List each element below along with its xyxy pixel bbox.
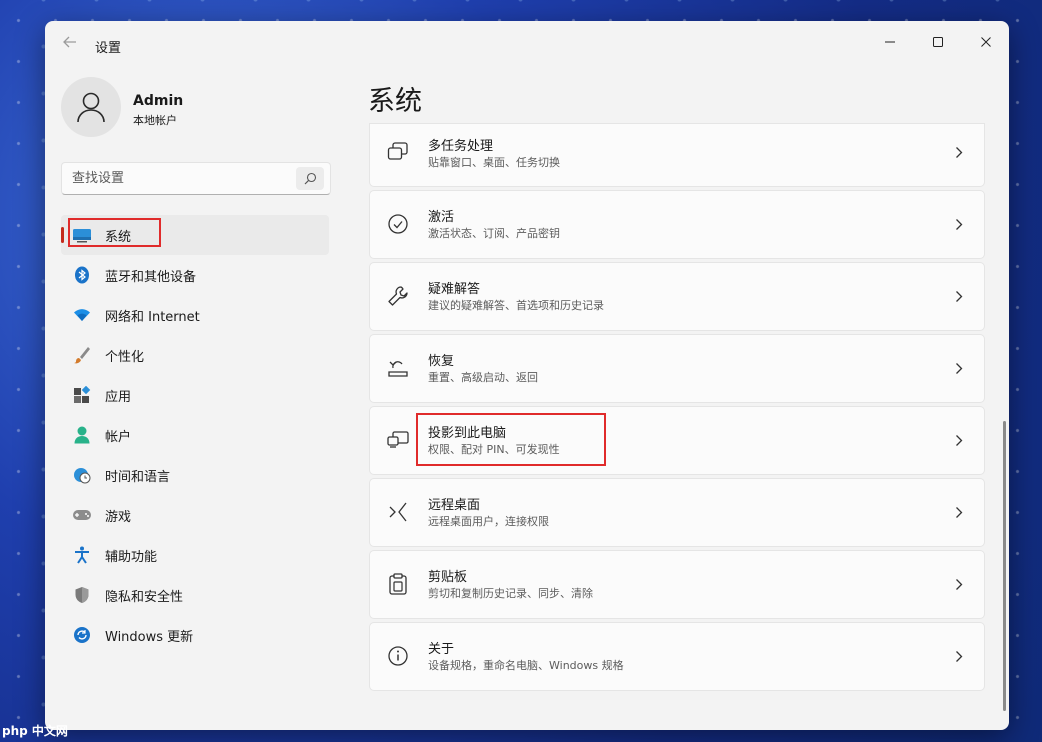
close-button[interactable] bbox=[963, 27, 1009, 57]
card-project-to-pc[interactable]: 投影到此电脑 权限、配对 PIN、可发现性 bbox=[369, 406, 985, 475]
avatar bbox=[61, 77, 121, 137]
card-title: 剪贴板 bbox=[428, 570, 468, 585]
card-title: 多任务处理 bbox=[428, 139, 494, 154]
sidebar-item-label: 系统 bbox=[105, 229, 132, 245]
sidebar-item-label: 时间和语言 bbox=[105, 469, 171, 485]
sidebar-item-network[interactable]: 网络和 Internet bbox=[61, 295, 329, 335]
sidebar-item-personalization[interactable]: 个性化 bbox=[61, 335, 329, 375]
card-title: 激活 bbox=[428, 210, 455, 225]
system-display-icon bbox=[71, 224, 93, 246]
wifi-icon bbox=[71, 304, 93, 326]
chevron-right-icon bbox=[952, 359, 966, 377]
search-box bbox=[61, 162, 331, 195]
sidebar-item-privacy[interactable]: 隐私和安全性 bbox=[61, 575, 329, 615]
recovery-icon bbox=[386, 356, 410, 380]
chevron-right-icon bbox=[952, 575, 966, 593]
sidebar-item-gaming[interactable]: 游戏 bbox=[61, 495, 329, 535]
sidebar-item-label: 蓝牙和其他设备 bbox=[105, 269, 197, 285]
project-to-pc-icon bbox=[386, 428, 410, 452]
card-clipboard[interactable]: 剪贴板 剪切和复制历史记录、同步、清除 bbox=[369, 550, 985, 619]
sidebar-item-label: 游戏 bbox=[105, 509, 132, 525]
maximize-button[interactable] bbox=[915, 27, 961, 57]
settings-window: 设置 Admin 本地帐户 查找设置 系统 蓝牙和其他设备 网络和 Intern… bbox=[45, 21, 1009, 730]
accessibility-icon bbox=[71, 544, 93, 566]
chevron-right-icon bbox=[952, 287, 966, 305]
sidebar-item-label: 隐私和安全性 bbox=[105, 589, 184, 605]
info-icon bbox=[386, 644, 410, 668]
card-remote-desktop[interactable]: 远程桌面 远程桌面用户，连接权限 bbox=[369, 478, 985, 547]
sidebar-item-label: 个性化 bbox=[105, 349, 145, 365]
chevron-right-icon bbox=[952, 503, 966, 521]
card-description: 重置、高级启动、返回 bbox=[428, 371, 538, 384]
chevron-right-icon bbox=[952, 215, 966, 233]
card-title: 远程桌面 bbox=[428, 498, 481, 513]
sidebar-item-apps[interactable]: 应用 bbox=[61, 375, 329, 415]
update-icon bbox=[71, 624, 93, 646]
title-bar: 设置 bbox=[45, 21, 1009, 69]
chevron-right-icon bbox=[952, 143, 966, 161]
card-description: 设备规格，重命名电脑、Windows 规格 bbox=[428, 659, 624, 672]
clipboard-icon bbox=[386, 572, 410, 596]
account-type: 本地帐户 bbox=[133, 114, 177, 127]
search-icon bbox=[304, 172, 316, 185]
sidebar-nav: 系统 蓝牙和其他设备 网络和 Internet 个性化 应用 帐户 时间和语言 … bbox=[61, 215, 329, 655]
maximize-icon bbox=[933, 37, 943, 47]
remote-desktop-icon bbox=[386, 500, 410, 524]
scrollbar[interactable] bbox=[1003, 421, 1006, 711]
bluetooth-icon bbox=[71, 264, 93, 286]
back-button[interactable] bbox=[59, 33, 81, 55]
search-button[interactable] bbox=[296, 167, 324, 190]
minimize-button[interactable] bbox=[867, 27, 913, 57]
card-description: 建议的疑难解答、首选项和历史记录 bbox=[428, 299, 604, 312]
shield-icon bbox=[71, 584, 93, 606]
sidebar-item-accessibility[interactable]: 辅助功能 bbox=[61, 535, 329, 575]
card-about[interactable]: 关于 设备规格，重命名电脑、Windows 规格 bbox=[369, 622, 985, 691]
card-description: 剪切和复制历史记录、同步、清除 bbox=[428, 587, 593, 600]
card-troubleshoot[interactable]: 疑难解答 建议的疑难解答、首选项和历史记录 bbox=[369, 262, 985, 331]
apps-icon bbox=[71, 384, 93, 406]
app-title: 设置 bbox=[95, 41, 122, 56]
multitasking-icon bbox=[386, 140, 410, 164]
card-title: 疑难解答 bbox=[428, 282, 481, 297]
sidebar-item-label: 应用 bbox=[105, 389, 132, 405]
sidebar-item-bluetooth[interactable]: 蓝牙和其他设备 bbox=[61, 255, 329, 295]
card-title: 投影到此电脑 bbox=[428, 426, 507, 441]
page-title: 系统 bbox=[368, 86, 422, 117]
sidebar-item-system[interactable]: 系统 bbox=[61, 215, 329, 255]
card-description: 激活状态、订阅、产品密钥 bbox=[428, 227, 560, 240]
close-icon bbox=[981, 37, 991, 47]
user-silhouette-icon bbox=[77, 92, 105, 123]
card-recovery[interactable]: 恢复 重置、高级启动、返回 bbox=[369, 334, 985, 403]
card-title: 关于 bbox=[428, 642, 455, 657]
sidebar-item-label: 网络和 Internet bbox=[105, 309, 200, 325]
search-input[interactable] bbox=[62, 163, 292, 194]
sidebar-item-label: 辅助功能 bbox=[105, 549, 158, 565]
activation-check-icon bbox=[386, 212, 410, 236]
sidebar-item-label: Windows 更新 bbox=[105, 629, 194, 645]
sidebar-item-label: 帐户 bbox=[105, 429, 132, 445]
user-name: Admin bbox=[133, 93, 184, 109]
card-description: 贴靠窗口、桌面、任务切换 bbox=[428, 156, 560, 169]
card-multitasking[interactable]: 多任务处理 贴靠窗口、桌面、任务切换 bbox=[369, 123, 985, 187]
globe-clock-icon bbox=[71, 464, 93, 486]
paintbrush-icon bbox=[71, 344, 93, 366]
wrench-icon bbox=[386, 284, 410, 308]
account-icon bbox=[71, 424, 93, 446]
sidebar-item-accounts[interactable]: 帐户 bbox=[61, 415, 329, 455]
minimize-icon bbox=[885, 41, 895, 43]
chevron-right-icon bbox=[952, 647, 966, 665]
card-description: 权限、配对 PIN、可发现性 bbox=[428, 443, 560, 456]
card-description: 远程桌面用户，连接权限 bbox=[428, 515, 549, 528]
watermark: php 中文网 bbox=[2, 724, 68, 738]
back-arrow-icon bbox=[63, 36, 76, 48]
card-activation[interactable]: 激活 激活状态、订阅、产品密钥 bbox=[369, 190, 985, 259]
chevron-right-icon bbox=[952, 431, 966, 449]
sidebar-item-windows-update[interactable]: Windows 更新 bbox=[61, 615, 329, 655]
card-title: 恢复 bbox=[428, 354, 455, 369]
sidebar-item-time-language[interactable]: 时间和语言 bbox=[61, 455, 329, 495]
gamepad-icon bbox=[71, 504, 93, 526]
